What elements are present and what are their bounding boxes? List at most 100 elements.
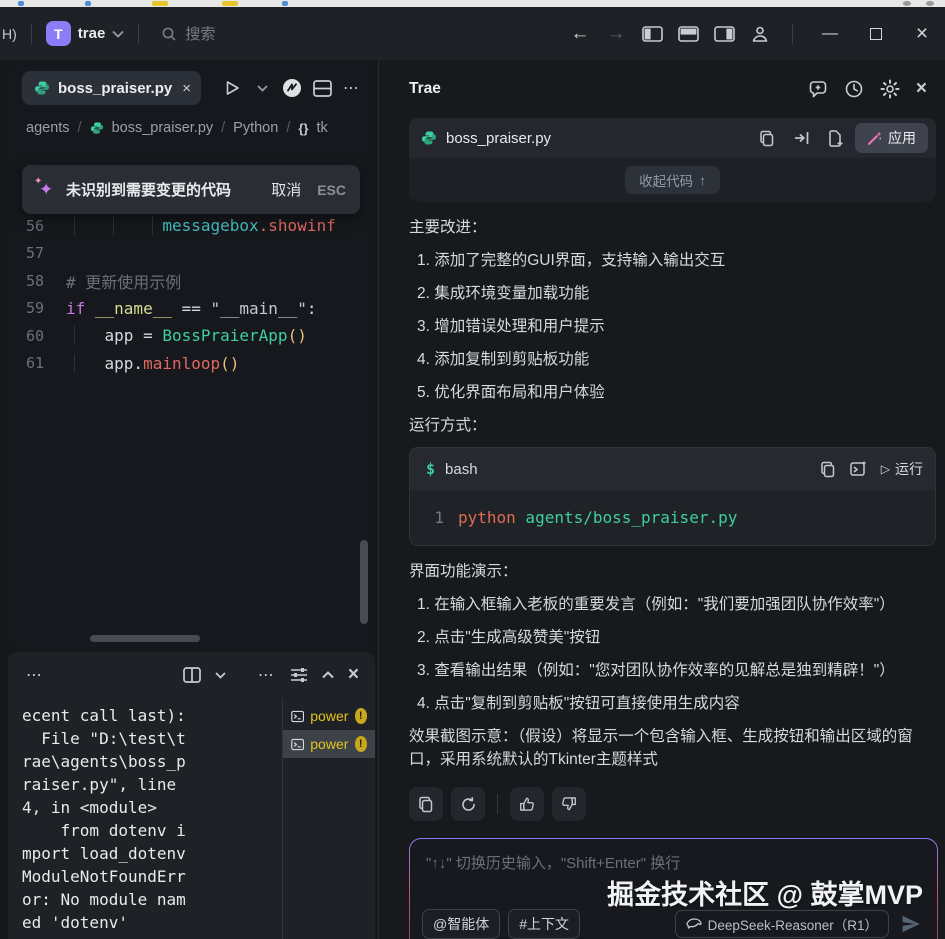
symbol-braces-icon: {}: [298, 121, 308, 136]
close-assistant-button[interactable]: ×: [916, 78, 927, 100]
terminal-left-more-button[interactable]: ⋯: [26, 665, 44, 685]
message-heading: 界面功能演示：: [409, 560, 936, 583]
close-panel-button[interactable]: ×: [348, 664, 359, 686]
terminal-profile-dropdown[interactable]: [215, 672, 226, 679]
split-editor-icon: [313, 80, 332, 97]
toast-cancel-button[interactable]: 取消: [271, 179, 301, 200]
titlebar: H) T trae 搜索 ← →: [0, 7, 945, 60]
split-editor-button[interactable]: [309, 75, 335, 101]
terminal-body: ecent call last): File "D:\test\trae\age…: [8, 698, 375, 939]
editor-vertical-scrollbar[interactable]: [360, 540, 368, 624]
toggle-right-panel-button[interactable]: [706, 17, 742, 51]
terminal-session-powershell[interactable]: power... !: [283, 702, 375, 730]
send-to-terminal-button[interactable]: [850, 461, 867, 477]
code-line-61: 61 app.mainloop(): [8, 350, 375, 378]
search-input[interactable]: 搜索: [161, 23, 215, 44]
bash-code-block: $ bash ▷ 运行: [409, 447, 936, 546]
editor-more-button[interactable]: ⋯: [339, 75, 365, 101]
breadcrumb-symbol[interactable]: tk: [316, 120, 327, 136]
agent-chip-button[interactable]: @智能体: [422, 909, 500, 939]
indent-guide: [113, 216, 114, 235]
breadcrumb-file[interactable]: boss_praiser.py: [112, 120, 214, 136]
maximize-panel-button[interactable]: [322, 671, 334, 679]
insert-code-button[interactable]: [787, 124, 815, 152]
line-number: 59: [8, 299, 66, 317]
run-options-button[interactable]: [249, 75, 275, 101]
account-button[interactable]: [742, 17, 778, 51]
toggle-bottom-panel-button[interactable]: [670, 17, 706, 51]
terminal-icon: [291, 709, 304, 724]
create-file-button[interactable]: [821, 124, 849, 152]
terminal-insert-icon: [850, 461, 867, 477]
code-token: python: [458, 508, 516, 527]
editor-horizontal-scrollbar[interactable]: [90, 635, 200, 642]
terminal-line: ecent call last):: [22, 704, 277, 727]
apply-label: 应用: [888, 128, 916, 148]
history-button[interactable]: [844, 79, 864, 99]
code-token: BossPraierApp: [162, 326, 287, 345]
toggle-left-panel-button[interactable]: [634, 17, 670, 51]
terminal-session-powershell-active[interactable]: power... !: [283, 730, 375, 758]
run-file-button[interactable]: [219, 75, 245, 101]
layout-left-icon: [642, 26, 663, 42]
copy-command-button[interactable]: [820, 461, 836, 478]
play-icon: [225, 80, 240, 96]
regenerate-button[interactable]: [451, 787, 485, 821]
chat-input-box[interactable]: "↑↓" 切换历史输入，"Shift+Enter" 换行 掘金技术社区 @ 鼓掌…: [409, 838, 938, 939]
code-card-header: boss_praiser.py 应用: [409, 118, 936, 158]
thumbs-up-button[interactable]: [510, 787, 544, 821]
breadcrumb-root[interactable]: agents: [26, 120, 70, 136]
copy-message-button[interactable]: [409, 787, 443, 821]
send-button[interactable]: [897, 910, 925, 938]
terminal-settings-button[interactable]: [290, 667, 308, 683]
code-view[interactable]: 56 messagebox.showinf 57 58 # 更新使用示例 59 …: [8, 212, 375, 377]
code-token: ==: [182, 299, 211, 318]
copy-icon: [759, 130, 775, 147]
warning-badge: !: [355, 736, 367, 752]
model-selector[interactable]: DeepSeek-Reasoner（R1）: [675, 910, 889, 938]
workspace-switcher[interactable]: T trae: [46, 21, 125, 46]
search-icon: [161, 26, 177, 42]
code-line-56: 56 messagebox.showinf: [8, 212, 375, 240]
breadcrumb-separator: /: [221, 120, 225, 136]
code-token: mainloop: [143, 354, 220, 373]
collapse-code-button[interactable]: 收起代码 ↑: [625, 166, 720, 194]
strip-mark: [152, 1, 168, 6]
message-list-item: 2. 点击"生成高级赞美"按钮: [409, 626, 936, 649]
terminal-line: rae\agents\boss_p: [22, 750, 277, 773]
thumbs-down-button[interactable]: [552, 787, 586, 821]
nav-forward-button[interactable]: →: [598, 17, 634, 51]
user-icon: [750, 24, 770, 44]
tab-close-icon[interactable]: ×: [182, 80, 191, 97]
gear-icon: [880, 79, 900, 99]
line-number: 60: [8, 327, 66, 345]
copy-code-button[interactable]: [753, 124, 781, 152]
trae-ci-button[interactable]: [279, 75, 305, 101]
message-list-item: 3. 增加错误处理和用户提示: [409, 315, 936, 338]
split-terminal-button[interactable]: [183, 667, 201, 683]
terminal-icon: [291, 737, 304, 752]
python-file-icon: [421, 130, 437, 146]
editor-tab-boss-praiser[interactable]: boss_praiser.py ×: [22, 71, 201, 105]
chevron-down-icon: [112, 30, 124, 38]
breadcrumb-language[interactable]: Python: [233, 120, 278, 136]
settings-button[interactable]: [880, 79, 900, 99]
terminal-output[interactable]: ecent call last): File "D:\test\trae\age…: [22, 704, 277, 934]
breadcrumb[interactable]: agents / boss_praiser.py / Python / {} t…: [26, 116, 328, 140]
nav-back-button[interactable]: ←: [562, 17, 598, 51]
terminal-more-button[interactable]: ⋯: [258, 665, 276, 685]
chat-input-toolbar: @智能体 #上下文 DeepSeek-Reasoner（R1）: [422, 909, 925, 939]
warning-badge: !: [355, 708, 367, 724]
minimize-button[interactable]: —: [807, 14, 853, 54]
context-chip-button[interactable]: #上下文: [508, 909, 580, 939]
titlebar-divider: [138, 24, 139, 44]
maximize-button[interactable]: [853, 14, 899, 54]
new-chat-button[interactable]: [808, 80, 828, 99]
apply-code-button[interactable]: 应用: [855, 123, 928, 153]
paper-plane-icon: [900, 913, 922, 935]
close-window-button[interactable]: ×: [899, 14, 945, 54]
titlebar-divider: [31, 24, 32, 44]
bash-block-body[interactable]: 1 python agents/boss_praiser.py: [410, 490, 935, 545]
run-command-button[interactable]: ▷ 运行: [881, 459, 923, 479]
menu-item-partial[interactable]: H): [2, 26, 17, 42]
